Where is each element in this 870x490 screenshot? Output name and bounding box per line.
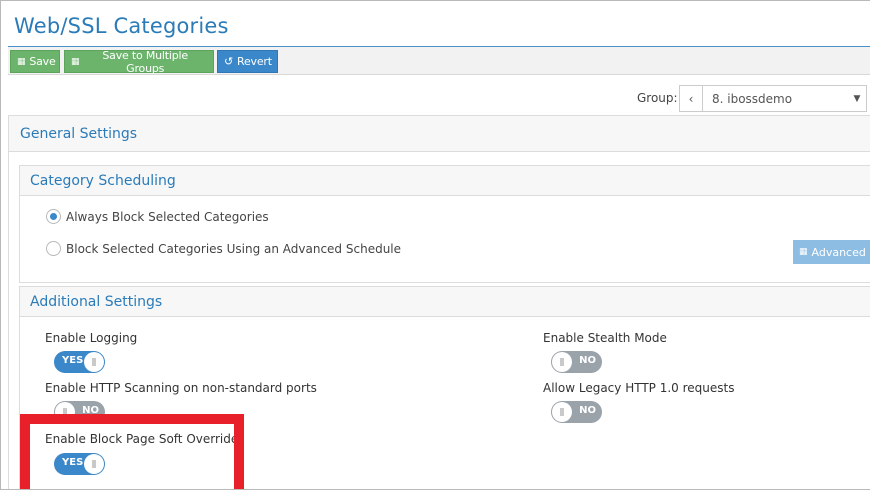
undo-icon: ↺ xyxy=(224,55,234,68)
chevron-left-icon[interactable]: ‹ xyxy=(680,86,703,111)
radio-advanced-schedule[interactable]: Block Selected Categories Using an Advan… xyxy=(46,241,401,256)
floppy-icon: ▦ xyxy=(71,56,80,67)
general-settings-title: General Settings xyxy=(20,125,138,142)
general-settings-header[interactable]: General Settings xyxy=(9,116,870,152)
save-to-multiple-groups-button[interactable]: ▦ Save to Multiple Groups xyxy=(64,48,214,75)
toggle-knob xyxy=(552,352,572,372)
calendar-icon: ▦ xyxy=(799,247,808,257)
label-enable-logging: Enable Logging xyxy=(45,331,138,345)
save-multi-button-label: Save to Multiple Groups xyxy=(102,48,188,75)
toggle-enable-http-scanning[interactable]: NO xyxy=(54,401,105,423)
toggle-state-text: NO xyxy=(579,355,596,366)
advanced-schedule-button-label: Advanced S xyxy=(811,245,870,259)
label-enable-http-scanning: Enable HTTP Scanning on non-standard por… xyxy=(45,381,317,395)
label-allow-legacy-http: Allow Legacy HTTP 1.0 requests xyxy=(543,381,735,395)
toolbar: ▦ Save ▦ Save to Multiple Groups ↺ Rever… xyxy=(8,47,870,75)
additional-settings-header[interactable]: Additional Settings xyxy=(20,287,870,317)
toggle-allow-legacy-http[interactable]: NO xyxy=(551,401,602,423)
page-title: Web/SSL Categories xyxy=(14,14,229,38)
group-select-value: 8. ibossdemo xyxy=(712,91,793,106)
additional-settings-title: Additional Settings xyxy=(30,293,163,310)
category-scheduling-title: Category Scheduling xyxy=(30,172,176,189)
category-scheduling-header[interactable]: Category Scheduling xyxy=(20,166,870,196)
category-scheduling-panel: Category Scheduling Always Block Selecte… xyxy=(19,165,870,283)
radio-label-always-block: Always Block Selected Categories xyxy=(66,209,269,224)
toggle-knob xyxy=(84,454,104,474)
toggle-state-text: YES xyxy=(62,355,84,366)
revert-button-label: Revert xyxy=(237,55,272,68)
label-enable-stealth-mode: Enable Stealth Mode xyxy=(543,331,667,345)
toggle-state-text: NO xyxy=(579,405,596,416)
toggle-state-text: NO xyxy=(82,405,99,416)
save-button[interactable]: ▦ Save xyxy=(10,50,60,73)
caret-down-icon: ▼ xyxy=(853,93,861,104)
label-enable-block-page-soft-override: Enable Block Page Soft Override xyxy=(45,432,239,446)
revert-button[interactable]: ↺ Revert xyxy=(217,50,278,73)
radio-button-checked[interactable] xyxy=(46,209,61,224)
floppy-icon: ▦ xyxy=(17,56,26,67)
group-label: Group: xyxy=(637,91,678,105)
toggle-enable-logging[interactable]: YES xyxy=(54,351,105,373)
toggle-knob xyxy=(84,352,104,372)
additional-settings-panel: Additional Settings Enable Logging YES E… xyxy=(19,286,870,489)
toggle-knob xyxy=(55,402,75,422)
toggle-enable-stealth-mode[interactable]: NO xyxy=(551,351,602,373)
radio-button-unchecked[interactable] xyxy=(46,241,61,256)
toggle-enable-block-page-soft-override[interactable]: YES xyxy=(54,453,105,475)
advanced-schedule-button[interactable]: ▦ Advanced S xyxy=(793,240,870,264)
app-frame: Web/SSL Categories ▦ Save ▦ Save to Mult… xyxy=(0,0,870,490)
toggle-knob xyxy=(552,402,572,422)
group-select[interactable]: ‹ 8. ibossdemo ▼ xyxy=(679,85,867,112)
radio-always-block[interactable]: Always Block Selected Categories xyxy=(46,209,269,224)
save-button-label: Save xyxy=(29,55,56,68)
radio-label-advanced-schedule: Block Selected Categories Using an Advan… xyxy=(66,241,402,256)
toggle-state-text: YES xyxy=(62,457,84,468)
